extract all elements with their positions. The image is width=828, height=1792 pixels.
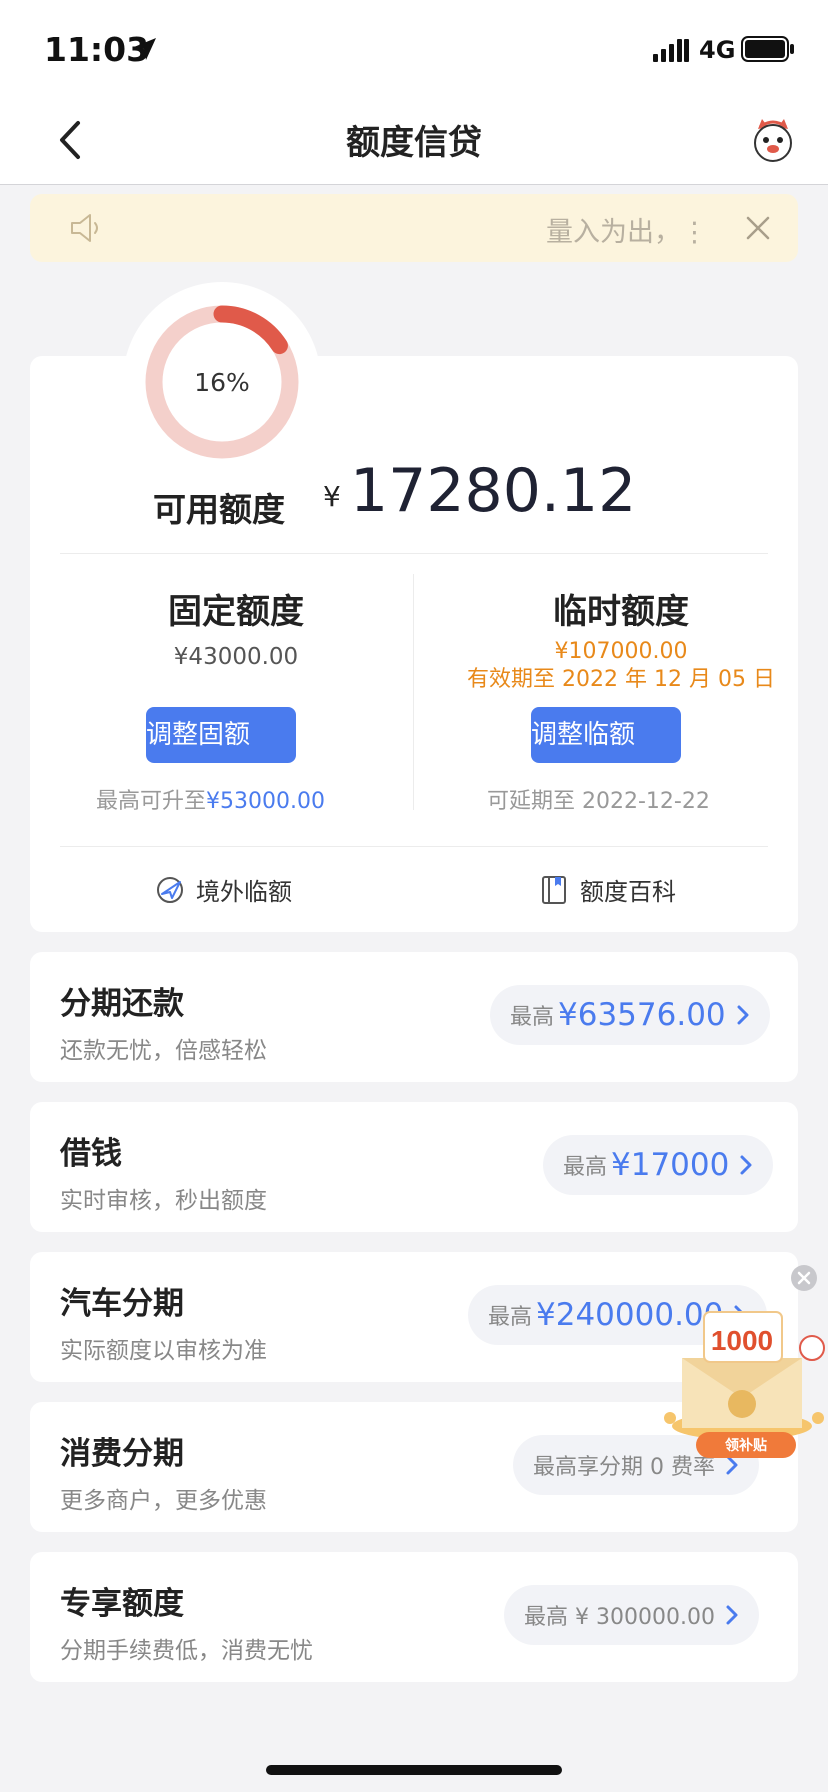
notice-text: 量入为出，⋮: [546, 217, 708, 248]
status-bar: 11:03 4G: [0, 0, 828, 95]
overseas-temp-quota-link[interactable]: 境外临额: [154, 872, 292, 907]
battery-icon: [741, 36, 794, 62]
row-subtitle: 实时审核，秒出额度: [60, 1188, 267, 1214]
speaker-icon: [71, 214, 98, 242]
installment-repay-row[interactable]: 分期还款 还款无忧，倍感轻松 最高 ¥63576.00: [30, 952, 798, 1082]
adjust-temporary-button[interactable]: 调整临额: [531, 707, 681, 763]
signal-icon: [653, 39, 689, 62]
quota-wiki-label: 额度百科: [580, 878, 676, 906]
pill-amount: ¥63576.00: [558, 997, 726, 1033]
promo-close-icon[interactable]: [790, 1264, 818, 1292]
row-pill[interactable]: 最高 ¥63576.00: [490, 985, 770, 1045]
quota-wiki-link[interactable]: 额度百科: [538, 872, 676, 907]
row-title: 消费分期: [60, 1436, 184, 1472]
available-amount: 17280.12: [350, 456, 637, 526]
network-type: 4G: [699, 36, 736, 64]
temporary-quota-title: 临时额度: [553, 592, 689, 632]
nav-bar: 额度信贷: [0, 95, 828, 185]
row-subtitle: 还款无忧，倍感轻松: [60, 1038, 267, 1064]
row-title: 专享额度: [60, 1586, 184, 1622]
pill-text: 最高 ¥ 300000.00: [524, 1605, 715, 1630]
mascot-icon[interactable]: [748, 115, 798, 165]
pill-label: 最高: [488, 1305, 533, 1330]
pill-label: 最高: [510, 1005, 555, 1030]
borrow-row[interactable]: 借钱 实时审核，秒出额度 最高 ¥17000: [30, 1102, 798, 1232]
location-arrow-icon: [134, 38, 156, 60]
promo-label: 领补贴: [725, 1437, 767, 1454]
fixed-quota-amount: ¥43000.00: [173, 644, 299, 670]
pill-amount: ¥17000: [611, 1147, 730, 1183]
pill-label: 最高: [563, 1155, 608, 1180]
plane-icon: [157, 876, 183, 903]
row-subtitle: 分期手续费低，消费无忧: [60, 1638, 313, 1664]
divider: [60, 553, 768, 554]
row-pill[interactable]: 最高 ¥ 300000.00: [504, 1585, 759, 1645]
chevron-right-icon: [737, 1005, 749, 1025]
temporary-extend-hint: 可延期至 2022-12-22: [487, 789, 710, 814]
notice-bar[interactable]: 量入为出，⋮: [30, 194, 798, 262]
row-subtitle: 更多商户，更多优惠: [60, 1488, 267, 1514]
usage-percent: 16%: [194, 368, 250, 397]
page-title: 额度信贷: [346, 123, 482, 163]
book-icon: [542, 875, 566, 904]
chevron-right-icon: [726, 1605, 738, 1625]
divider: [60, 846, 768, 847]
available-label: 可用额度: [153, 490, 285, 529]
fixed-max-prefix: 最高可升至: [96, 789, 207, 814]
home-indicator: [266, 1765, 562, 1775]
chevron-right-icon: [740, 1155, 752, 1175]
fixed-max-hint: 最高可升至¥53000.00: [96, 783, 325, 815]
promo-amount: 1000: [711, 1325, 773, 1356]
fixed-quota-section: 固定额度 ¥43000.00: [59, 584, 413, 670]
fixed-max-amount: ¥53000.00: [206, 789, 325, 814]
exclusive-quota-row[interactable]: 专享额度 分期手续费低，消费无忧 最高 ¥ 300000.00: [30, 1552, 798, 1682]
row-subtitle: 实际额度以审核为准: [60, 1338, 267, 1364]
temporary-quota-amount: ¥107000.00: [554, 639, 688, 664]
row-title: 分期还款: [60, 986, 184, 1022]
close-icon[interactable]: [744, 214, 772, 242]
available-currency: ¥: [323, 480, 341, 513]
temporary-valid-until: 有效期至 2022 年 12 月 05 日: [467, 667, 775, 692]
row-title: 借钱: [60, 1136, 122, 1172]
row-title: 汽车分期: [60, 1286, 184, 1322]
subsidy-promo[interactable]: 1000 领补贴: [662, 1308, 828, 1460]
row-pill[interactable]: 最高 ¥17000: [543, 1135, 774, 1195]
fixed-quota-title: 固定额度: [168, 592, 304, 632]
red-packet-icon: 1000 领补贴: [664, 1311, 825, 1458]
temporary-quota-section: 临时额度 ¥107000.00 有效期至 2022 年 12 月 05 日: [444, 584, 798, 694]
adjust-fixed-button[interactable]: 调整固额: [146, 707, 296, 763]
divider-vertical: [413, 574, 414, 810]
overseas-temp-quota-label: 境外临额: [196, 878, 292, 906]
